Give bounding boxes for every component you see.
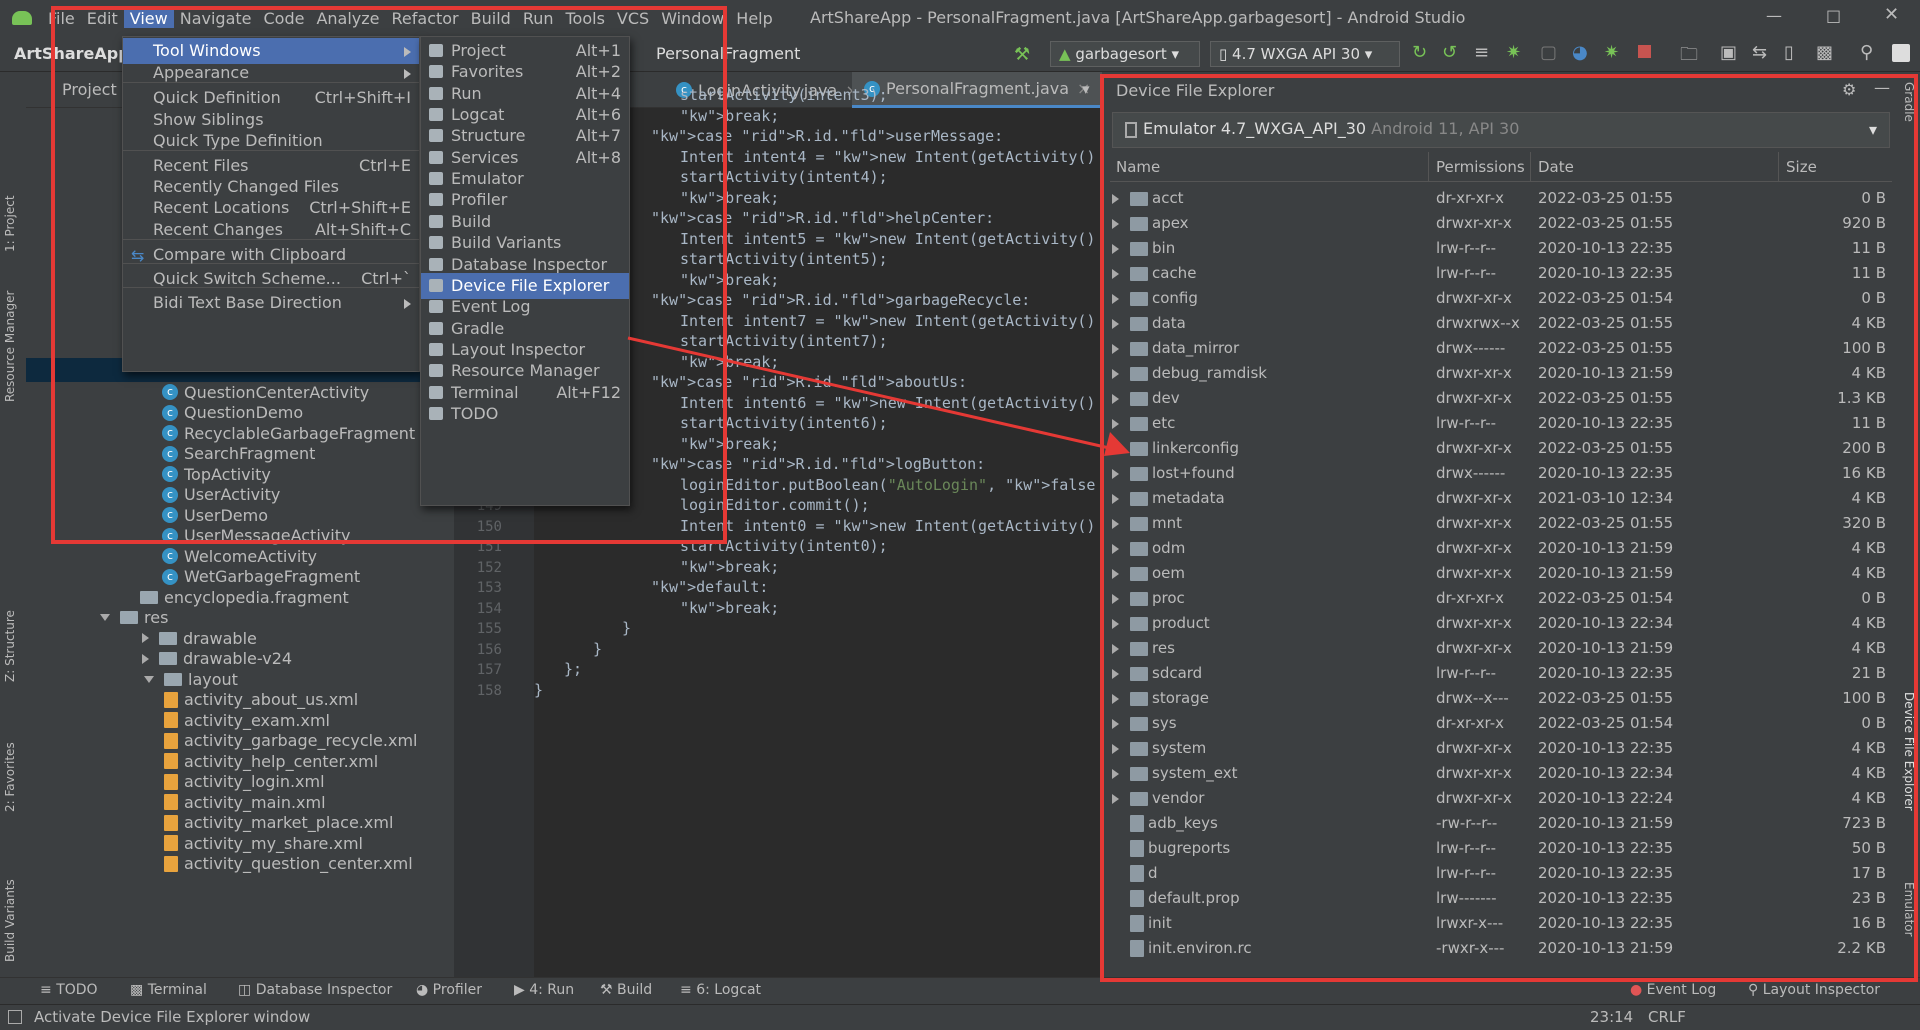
arrow-head <box>1104 432 1130 456</box>
annotation-arrow <box>627 336 1130 456</box>
arrow-line <box>627 336 1119 452</box>
